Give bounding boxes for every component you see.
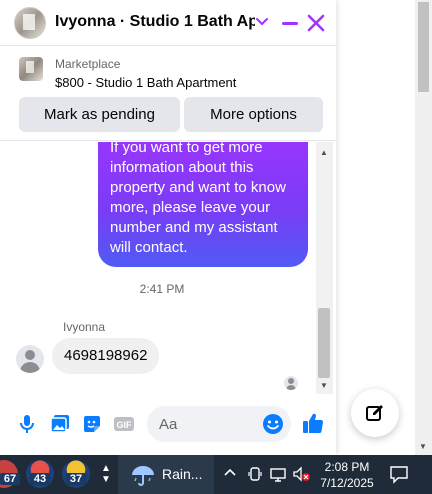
- new-message-button[interactable]: [351, 389, 399, 437]
- mark-as-pending-button[interactable]: Mark as pending: [19, 97, 180, 132]
- notification-center-icon[interactable]: [389, 464, 409, 484]
- chat-title[interactable]: Ivyonna · Studio 1 Bath Ap...: [55, 13, 255, 31]
- taskbar-badge-3: 37: [66, 473, 86, 485]
- message-list[interactable]: If you want to get more information abou…: [0, 142, 336, 396]
- sticker-icon[interactable]: [81, 413, 103, 435]
- chevron-down-icon[interactable]: [255, 12, 269, 30]
- rain-umbrella-icon: [132, 466, 154, 486]
- microphone-icon[interactable]: [16, 413, 38, 435]
- page-scrollbar[interactable]: ▼: [415, 0, 432, 455]
- clock-date: 7/12/2025: [320, 476, 374, 490]
- marketplace-listing-banner: Marketplace $800 - Studio 1 Bath Apartme…: [0, 47, 336, 141]
- taskbar-clock[interactable]: 2:08 PM 7/12/2025: [316, 459, 378, 491]
- taskbar-weather-widget[interactable]: Rain...: [118, 455, 214, 494]
- incoming-message-bubble[interactable]: 4698198962: [52, 338, 160, 374]
- listing-source: Marketplace: [55, 57, 121, 71]
- taskbar-badge-2: 43: [30, 473, 50, 485]
- listing-avatar[interactable]: [14, 7, 46, 39]
- tray-device-icon[interactable]: [248, 466, 262, 485]
- scroll-up-arrow[interactable]: ▲: [320, 148, 328, 157]
- like-icon[interactable]: [301, 411, 324, 433]
- seen-receipt-avatar: [284, 376, 298, 390]
- photo-icon[interactable]: [49, 413, 71, 435]
- listing-name[interactable]: $800 - Studio 1 Bath Apartment: [55, 75, 236, 90]
- taskbar-badge-1: 67: [0, 473, 20, 485]
- taskbar-app-icon-3[interactable]: 37: [62, 460, 90, 488]
- tray-chevron-up-icon[interactable]: [224, 466, 236, 483]
- message-input[interactable]: [159, 412, 259, 436]
- clock-time: 2:08 PM: [324, 460, 370, 474]
- message-scrollbar[interactable]: ▲ ▼: [316, 142, 333, 394]
- svg-text:GIF: GIF: [117, 420, 133, 430]
- scroll-down-arrow[interactable]: ▼: [320, 381, 328, 390]
- chat-window: Ivyonna · Studio 1 Bath Ap... Marketplac…: [0, 0, 336, 455]
- message-input-wrapper[interactable]: [147, 406, 291, 442]
- listing-thumbnail[interactable]: [19, 57, 43, 81]
- taskbar-chevron-icon[interactable]: ▲ ▼: [101, 463, 111, 485]
- message-timestamp: 2:41 PM: [139, 282, 185, 296]
- sender-avatar[interactable]: [16, 345, 44, 373]
- emoji-icon[interactable]: [262, 413, 284, 435]
- message-composer: GIF: [0, 396, 336, 455]
- page-scroll-down-arrow[interactable]: ▼: [419, 443, 427, 451]
- chat-header[interactable]: Ivyonna · Studio 1 Bath Ap...: [0, 0, 336, 46]
- close-icon[interactable]: [306, 12, 326, 34]
- outgoing-message-bubble[interactable]: If you want to get more information abou…: [98, 142, 308, 267]
- sender-name: Ivyonna: [63, 320, 106, 334]
- taskbar-app-icon-1[interactable]: 67: [0, 460, 20, 488]
- network-icon[interactable]: [270, 466, 286, 485]
- page-scrollbar-thumb[interactable]: [418, 2, 429, 92]
- weather-label: Rain...: [162, 466, 203, 482]
- minimize-icon[interactable]: [281, 12, 299, 34]
- more-options-button[interactable]: More options: [184, 97, 323, 132]
- windows-taskbar: 67 43 37 ▲ ▼ Rain... 2:08 PM 7/12/2025: [0, 455, 432, 494]
- message-scrollbar-thumb[interactable]: [318, 308, 330, 378]
- volume-muted-icon[interactable]: [293, 466, 311, 485]
- gif-icon[interactable]: GIF: [113, 413, 135, 435]
- taskbar-app-icon-2[interactable]: 43: [26, 460, 54, 488]
- compose-icon: [366, 405, 383, 421]
